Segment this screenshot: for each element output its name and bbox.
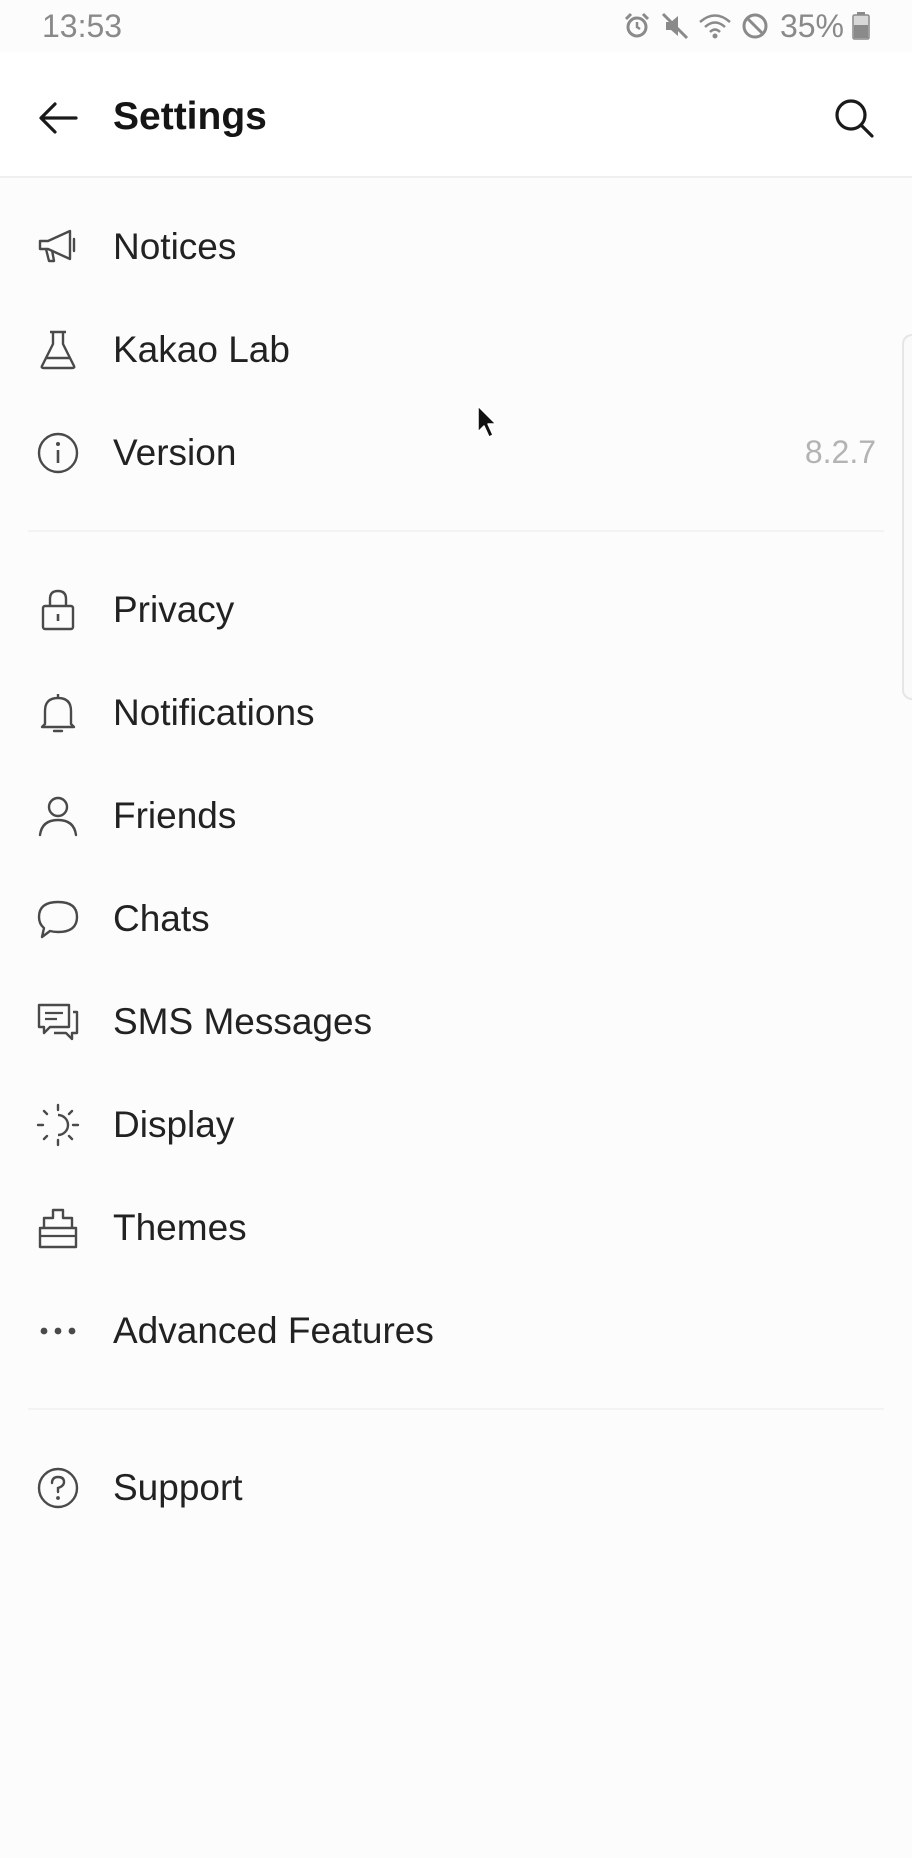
person-icon [36, 794, 80, 838]
settings-item-label: Friends [113, 794, 237, 836]
settings-item-label: Advanced Features [113, 1309, 434, 1351]
info-icon [36, 431, 80, 475]
mute-icon [661, 12, 689, 40]
do-not-disturb-icon [742, 13, 768, 39]
chat-bubble-icon [36, 897, 80, 941]
bell-icon [36, 691, 80, 735]
settings-screen: 13:53 35% Settings Notices Kakao Lab Ver… [0, 0, 912, 1858]
settings-item-notifications[interactable]: Notifications [0, 661, 912, 764]
status-time: 13:53 [42, 8, 123, 44]
settings-item-version[interactable]: Version 8.2.7 [0, 401, 912, 504]
status-bar: 13:53 35% [0, 0, 912, 52]
settings-item-label: Notices [113, 225, 237, 267]
megaphone-icon [36, 225, 80, 269]
wifi-icon [699, 14, 731, 39]
back-button[interactable] [30, 90, 86, 146]
settings-item-kakao-lab[interactable]: Kakao Lab [0, 298, 912, 401]
battery-percentage: 35% [779, 7, 844, 44]
settings-item-label: Privacy [113, 588, 235, 630]
page-title: Settings [113, 95, 267, 138]
alarm-icon [624, 12, 650, 38]
settings-item-label: Version [113, 431, 237, 473]
back-arrow-icon [39, 102, 78, 134]
section-divider [0, 1382, 912, 1436]
settings-item-advanced-features[interactable]: Advanced Features [0, 1279, 912, 1382]
lock-icon [36, 588, 80, 632]
settings-item-label: Themes [113, 1206, 247, 1248]
battery-icon [852, 12, 870, 40]
settings-item-label: Notifications [113, 691, 315, 733]
settings-item-label: Kakao Lab [113, 328, 290, 370]
settings-item-sms-messages[interactable]: SMS Messages [0, 970, 912, 1073]
settings-list: Notices Kakao Lab Version 8.2.7 Privacy … [0, 178, 912, 1539]
search-button[interactable] [824, 88, 884, 148]
more-dots-icon [36, 1309, 80, 1353]
settings-item-privacy[interactable]: Privacy [0, 558, 912, 661]
section-divider [0, 504, 912, 558]
settings-item-label: Display [113, 1103, 235, 1145]
settings-item-chats[interactable]: Chats [0, 867, 912, 970]
settings-item-display[interactable]: Display [0, 1073, 912, 1176]
settings-item-label: Support [113, 1466, 243, 1508]
mouse-cursor-icon [477, 405, 497, 438]
settings-item-support[interactable]: Support [0, 1436, 912, 1539]
paintbrush-icon [36, 1206, 80, 1250]
display-brightness-icon [36, 1103, 80, 1147]
help-icon [36, 1466, 80, 1510]
search-icon [835, 99, 874, 138]
flask-icon [36, 328, 80, 372]
settings-item-friends[interactable]: Friends [0, 764, 912, 867]
version-number: 8.2.7 [804, 434, 876, 470]
edge-panel-handle[interactable] [902, 334, 912, 700]
status-icons: 35% [622, 8, 870, 44]
sms-icon [36, 1000, 80, 1044]
settings-item-label: Chats [113, 897, 210, 939]
settings-item-themes[interactable]: Themes [0, 1176, 912, 1279]
settings-item-label: SMS Messages [113, 1000, 373, 1042]
app-bar: Settings [0, 52, 912, 178]
settings-item-notices[interactable]: Notices [0, 195, 912, 298]
